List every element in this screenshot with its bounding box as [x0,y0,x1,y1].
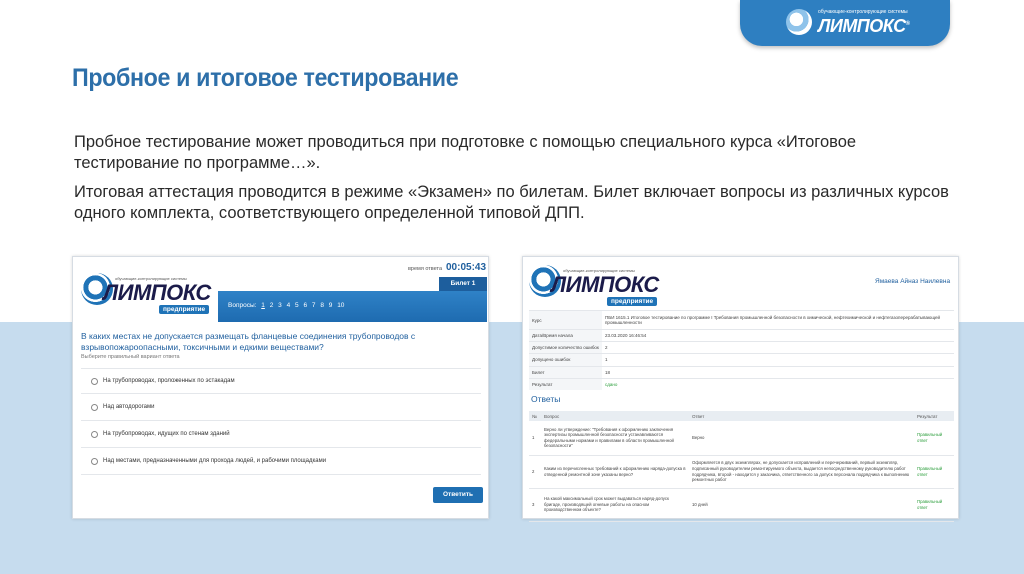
question-link-2[interactable]: 2 [270,302,274,309]
table-row: 1 Верно ли утверждение: "Требования к оф… [529,421,954,456]
results-logo: обучающие-контролирующие системы ЛИМПОКС… [529,265,669,309]
answer-option-3[interactable]: На трубопроводах, идущих по стенам здани… [81,422,481,448]
info-row: Курс ПБИ 1615.1 Итоговое тестирование по … [529,310,954,330]
radio-button[interactable] [91,378,98,385]
exam-logo: обучающие-контролирующие системы ЛИМПОКС… [81,273,221,317]
answer-option-2[interactable]: Над автодорогами [81,395,481,421]
user-name[interactable]: Ямаева Айназ Наилевна [875,278,950,285]
answers-heading: Ответы [531,394,561,404]
info-row: Билет 18 [529,365,954,379]
info-row: Результат сдано [529,377,954,391]
slide-title: Пробное и итоговое тестирование [72,64,459,92]
answer-option-1[interactable]: На трубопроводах, проложенных по эстакад… [81,368,481,394]
question-link-3[interactable]: 3 [278,302,282,309]
paragraph-final: Итоговая аттестация проводится в режиме … [74,183,949,222]
ticket-tab[interactable]: Билет 1 [439,277,487,291]
question-link-8[interactable]: 8 [320,302,324,309]
question-link-4[interactable]: 4 [287,302,291,309]
info-row: Допустимое количество ошибок 2 [529,341,954,354]
exam-screenshot: обучающие-контролирующие системы ЛИМПОКС… [72,256,489,519]
timer-label: время ответа [408,266,443,272]
question-link-7[interactable]: 7 [312,302,316,309]
answer-option-4[interactable]: Над местами, предназначенными для проход… [81,449,481,475]
status-badge: сдано [602,377,954,391]
answers-table: № Вопрос Ответ Результат 1 Верно ли утве… [529,411,954,522]
timer: 00:05:43 [446,262,487,273]
question-nav: Вопросы: 1 2 3 4 5 6 7 8 9 10 [228,302,345,309]
radio-button[interactable] [91,404,98,411]
globe-icon [786,9,812,35]
paragraph-trial: Пробное тестирование может проводиться п… [74,133,857,172]
question-link-10[interactable]: 10 [337,302,344,309]
brand-tagline: обучающие-контролирующие системы [818,9,908,15]
question-link-9[interactable]: 9 [329,302,333,309]
info-row: Допущено ошибок 1 [529,353,954,367]
ticket-bar: Билет 1 Вопросы: 1 2 3 4 5 6 7 8 9 10 [218,277,487,322]
brand-logo: обучающие-контролирующие системы ЛИМПОКС… [740,0,950,46]
table-row: 3 На какой максимальный срок может выдав… [529,488,954,522]
radio-button[interactable] [91,458,98,465]
question-link-5[interactable]: 5 [295,302,299,309]
question-text: В каких местах не допускается размещать … [81,331,416,352]
brand-name: ЛИМПОКС® [818,16,910,36]
table-row: 2 Каким из перечисленных требований к оф… [529,455,954,489]
question-link-6[interactable]: 6 [303,302,307,309]
answers-header-row: № Вопрос Ответ Результат [529,411,954,421]
info-row: Дата/Время начала 23.03.2020 16:46:54 [529,328,954,342]
results-screenshot: обучающие-контролирующие системы ЛИМПОКС… [522,256,959,522]
results-info-table: Курс ПБИ 1615.1 Итоговое тестирование по … [529,310,954,391]
radio-button[interactable] [91,431,98,438]
submit-answer-button[interactable]: Ответить [433,487,483,503]
question-link-1[interactable]: 1 [261,302,265,309]
question-hint: Выберите правильный вариант ответа [81,354,180,360]
